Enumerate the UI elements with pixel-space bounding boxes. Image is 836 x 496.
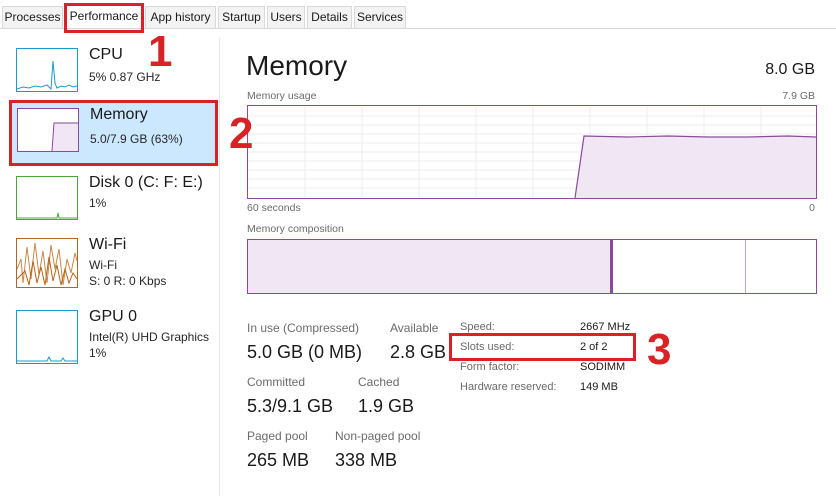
paged-pool-value: 265 MB: [247, 450, 310, 470]
gpu-thumbnail-graph: [16, 310, 78, 364]
tab-app-history[interactable]: App history: [145, 6, 216, 29]
committed-value: 5.3/9.1 GB: [247, 396, 334, 416]
cached-label: Cached: [358, 375, 400, 389]
sidebar-item-subtitle-2: 1%: [89, 346, 107, 360]
tab-processes[interactable]: Processes: [2, 6, 63, 29]
tab-details[interactable]: Details: [307, 6, 352, 29]
available-label: Available: [390, 321, 439, 335]
cpu-thumbnail-graph: [16, 48, 78, 92]
sidebar-item-title: Disk 0 (C: F: E:): [89, 174, 203, 191]
memory-usage-max: 7.9 GB: [782, 90, 815, 102]
speed-value: 2667 MHz: [580, 321, 631, 333]
wifi-thumbnail-graph: [16, 238, 78, 288]
speed-label: Speed:: [460, 321, 495, 333]
available-value: 2.8 GB: [390, 342, 447, 362]
sidebar-item-subtitle: 1%: [89, 196, 107, 210]
sidebar-item-title: CPU: [89, 46, 123, 63]
tab-startup[interactable]: Startup: [218, 6, 265, 29]
sidebar-item-subtitle-2: S: 0 R: 0 Kbps: [89, 274, 167, 288]
wifi-sparkline: [17, 242, 77, 286]
tab-services[interactable]: Services: [354, 6, 406, 29]
annotation-number-1: 1: [148, 27, 173, 76]
sidebar-item-subtitle: Wi-Fi: [89, 258, 117, 272]
tab-users[interactable]: Users: [267, 6, 305, 29]
sidebar-item-disk[interactable]: Disk 0 (C: F: E:) 1%: [10, 170, 217, 234]
annotation-box-performance-tab: [64, 3, 144, 33]
tab-label: Processes: [4, 10, 61, 24]
annotation-box-slots-used: [449, 333, 636, 361]
total-memory: 8.0 GB: [765, 61, 815, 78]
tab-label: Details: [311, 10, 348, 24]
form-factor-label: Form factor:: [460, 361, 520, 373]
in-use-segment: [248, 240, 610, 293]
memory-usage-plot: [248, 106, 817, 199]
cached-value: 1.9 GB: [358, 396, 415, 416]
sidebar-item-title: GPU 0: [89, 308, 138, 325]
sidebar-item-cpu[interactable]: CPU 5% 0.87 GHz: [10, 42, 217, 106]
cpu-sparkline: [17, 60, 77, 91]
disk-sparkline: [17, 212, 77, 219]
disk-thumbnail-graph: [16, 176, 78, 220]
tab-label: Startup: [222, 10, 261, 24]
memory-usage-graph: [247, 105, 817, 199]
standby-divider: [745, 240, 746, 293]
sidebar-item-subtitle: Intel(R) UHD Graphics: [89, 330, 210, 344]
non-paged-pool-label: Non-paged pool: [335, 429, 421, 443]
sidebar-divider: [219, 38, 220, 496]
memory-usage-label: Memory usage: [247, 90, 317, 102]
time-axis-right: 0: [809, 202, 815, 214]
committed-label: Committed: [247, 375, 306, 389]
hardware-reserved-label: Hardware reserved:: [460, 381, 557, 393]
page-title: Memory: [246, 50, 348, 81]
sidebar-item-wifi[interactable]: Wi-Fi Wi-Fi S: 0 R: 0 Kbps: [10, 232, 217, 296]
annotation-number-2: 2: [229, 109, 254, 158]
time-axis-left: 60 seconds: [247, 202, 301, 214]
tab-label: App history: [150, 10, 211, 24]
sidebar-item-title: Wi-Fi: [89, 236, 127, 253]
in-use-value: 5.0 GB (0 MB): [247, 342, 363, 362]
memory-composition-label: Memory composition: [247, 223, 344, 235]
non-paged-pool-value: 338 MB: [335, 450, 398, 470]
tab-label: Services: [356, 10, 403, 24]
sidebar-item-gpu[interactable]: GPU 0 Intel(R) UHD Graphics 1%: [10, 304, 217, 368]
in-use-label: In use (Compressed): [247, 321, 360, 335]
form-factor-value: SODIMM: [580, 361, 626, 373]
memory-composition-bar: [247, 239, 817, 294]
annotation-number-3: 3: [647, 325, 672, 374]
modified-segment: [610, 240, 613, 293]
annotation-box-memory-item: [9, 100, 218, 166]
hardware-reserved-value: 149 MB: [580, 381, 618, 393]
tab-label: Users: [270, 10, 302, 24]
gpu-sparkline: [17, 355, 77, 362]
paged-pool-label: Paged pool: [247, 429, 308, 443]
